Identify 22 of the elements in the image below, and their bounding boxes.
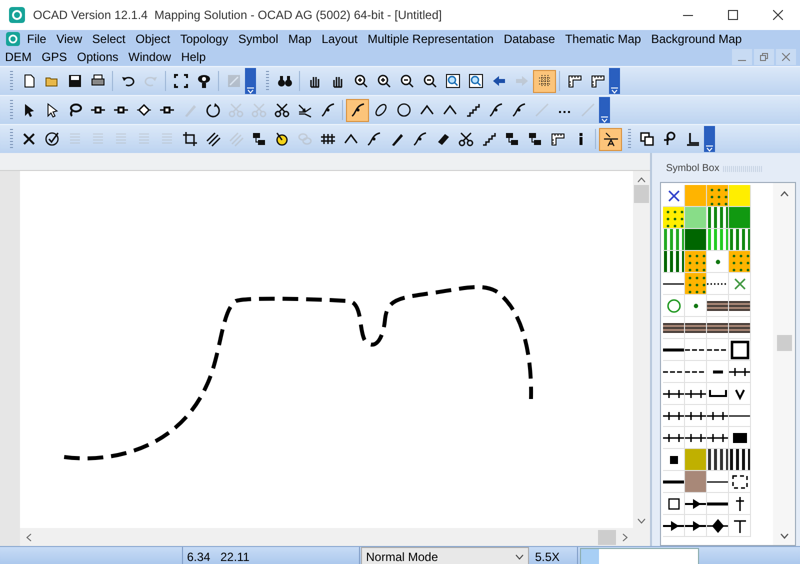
menu-item[interactable]: Select [87,32,130,46]
mode-dropdown[interactable]: Normal Mode [361,547,529,564]
menu-item[interactable]: GPS [36,50,72,64]
menu-item[interactable]: Background Map [646,32,747,46]
menu-item[interactable]: Thematic Map [560,32,646,46]
zoom-readout: 5.5X [531,547,578,564]
menu-item[interactable]: Help [176,50,211,64]
menu-item[interactable]: File [22,32,52,46]
menu-item[interactable]: Layout [316,32,363,46]
window-title: OCAD Version 12.1.4 Mapping Solution - OCAD AG (5002) 64-bit - [Untitled] [33,8,443,22]
menu-item[interactable]: Database [498,32,560,46]
menu-item[interactable]: Map [283,32,317,46]
menu-item[interactable]: Topology [175,32,234,46]
menu-item[interactable]: Window [123,50,176,64]
menu-item[interactable]: Options [72,50,124,64]
menu-item[interactable]: DEM [0,50,37,64]
menu-item[interactable]: View [51,32,88,46]
coordinates-readout: 6.34 22.11 [183,547,360,564]
menu-item[interactable]: Multiple Representation [362,32,499,46]
panel-title: Symbol Box [666,163,720,174]
menu-item[interactable]: Object [130,32,176,46]
menu-item[interactable]: Symbol [233,32,284,46]
